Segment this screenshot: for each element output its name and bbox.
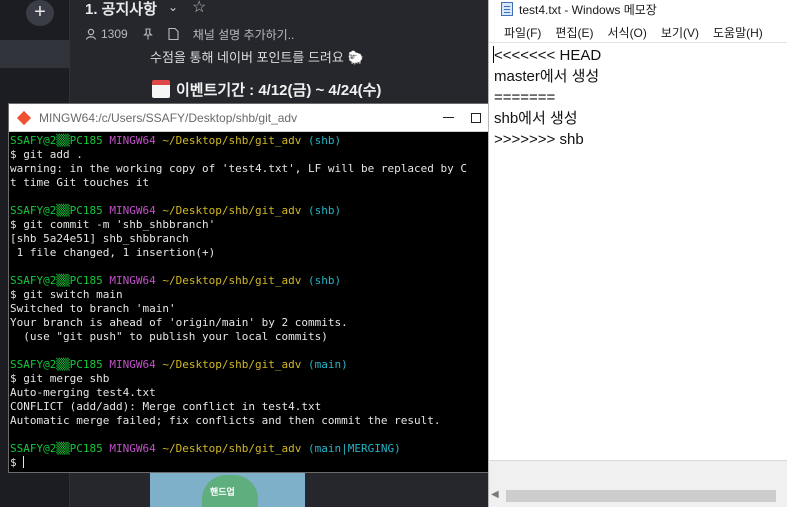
prompt-branch: (shb) <box>308 134 342 147</box>
sticker-label: 핸드업 <box>210 487 235 497</box>
command-line: $ git merge shb <box>10 372 110 385</box>
prompt-branch: (shb) <box>308 204 342 217</box>
text-caret <box>493 46 494 63</box>
sticker-emoji-icon: 🐑 <box>347 50 364 65</box>
prompt-branch: (main|MERGING) <box>308 442 401 455</box>
output-line: Auto-merging test4.txt <box>10 386 156 399</box>
message-text: 수점을 통해 네이버 포인트를 드려요 🐑 <box>150 47 364 66</box>
menu-format[interactable]: 서식(O) <box>600 24 653 41</box>
prompt-user: SSAFY@2▒▒PC185 <box>10 358 103 371</box>
prompt-user: SSAFY@2▒▒PC185 <box>10 442 103 455</box>
message-line: 수점을 통해 네이버 포인트를 드려요 <box>150 50 344 65</box>
prompt-user: SSAFY@2▒▒PC185 <box>10 274 103 287</box>
prompt-path: ~/Desktop/shb/git_adv <box>162 274 302 287</box>
channel-title[interactable]: 1. 공지사항 <box>85 0 157 19</box>
scroll-left-icon[interactable]: ◀ <box>491 489 499 500</box>
terminal-title: MINGW64:/c/Users/SSAFY/Desktop/shb/git_a… <box>39 110 298 125</box>
text-line: master에서 생성 <box>494 68 600 85</box>
star-icon[interactable]: ☆ <box>192 0 206 17</box>
menu-view[interactable]: 보기(V) <box>654 24 706 41</box>
prompt-user: SSAFY@2▒▒PC185 <box>10 204 103 217</box>
terminal-window[interactable]: MINGW64:/c/Users/SSAFY/Desktop/shb/git_a… <box>8 103 492 473</box>
text-line: <<<<<<< HEAD <box>494 47 602 64</box>
prompt-host: MINGW64 <box>109 204 156 217</box>
calendar-icon <box>152 80 170 98</box>
git-bash-icon[interactable] <box>16 110 32 125</box>
output-line: [shb 5a24e51] shb_shbbranch <box>10 232 189 245</box>
input-prefix: $ <box>10 456 24 469</box>
document-icon[interactable] <box>168 28 179 40</box>
horizontal-scrollbar[interactable]: ◀ <box>489 485 787 507</box>
channel-meta: 1309 채널 설명 추가하기.. <box>85 26 294 42</box>
notepad-title: test4.txt - Windows 메모장 <box>519 2 657 17</box>
prompt-user: SSAFY@2▒▒PC185 <box>10 134 103 147</box>
text-cursor <box>23 456 29 468</box>
prompt-path: ~/Desktop/shb/git_adv <box>162 358 302 371</box>
output-line: Your branch is ahead of 'origin/main' by… <box>10 316 348 329</box>
command-line: $ git commit -m 'shb_shbbranch' <box>10 218 216 231</box>
prompt-host: MINGW64 <box>109 134 156 147</box>
text-line: shb에서 생성 <box>494 110 578 127</box>
output-line: t time Git touches it <box>10 176 150 189</box>
minimize-icon <box>442 117 454 118</box>
minimize-button[interactable] <box>435 104 461 132</box>
prompt-path: ~/Desktop/shb/git_adv <box>162 442 302 455</box>
terminal-titlebar[interactable]: MINGW64:/c/Users/SSAFY/Desktop/shb/git_a… <box>9 104 491 132</box>
output-line: 1 file changed, 1 insertion(+) <box>10 246 216 259</box>
output-line: Automatic merge failed; fix conflicts an… <box>10 414 441 427</box>
maximize-button[interactable] <box>461 104 491 132</box>
prompt-path: ~/Desktop/shb/git_adv <box>162 134 302 147</box>
scrollbar-thumb[interactable] <box>506 490 776 502</box>
output-line: (use "git push" to publish your local co… <box>10 330 328 343</box>
event-period: 이벤트기간 : 4/12(금) ~ 4/24(수) <box>176 82 382 99</box>
members-icon <box>85 28 97 40</box>
notepad-icon[interactable] <box>501 2 513 16</box>
prompt-branch: (main) <box>308 358 348 371</box>
add-server-icon[interactable]: + <box>26 0 54 26</box>
output-line: Switched to branch 'main' <box>10 302 176 315</box>
menu-edit[interactable]: 편집(E) <box>548 24 600 41</box>
chevron-down-icon[interactable]: ⌄ <box>168 0 178 14</box>
text-line: ======= <box>494 89 556 106</box>
sticker-image[interactable]: 핸드업 <box>150 471 305 507</box>
maximize-icon <box>471 112 481 123</box>
output-line: warning: in the working copy of 'test4.t… <box>10 162 467 175</box>
prompt-path: ~/Desktop/shb/git_adv <box>162 204 302 217</box>
notepad-titlebar[interactable]: test4.txt - Windows 메모장 <box>489 0 787 18</box>
menu-help[interactable]: 도움말(H) <box>706 24 770 41</box>
command-line: $ git switch main <box>10 288 123 301</box>
prompt-host: MINGW64 <box>109 358 156 371</box>
member-count: 1309 <box>101 27 128 41</box>
sidebar-selected-item[interactable] <box>0 40 70 68</box>
channel-description-placeholder[interactable]: 채널 설명 추가하기.. <box>193 26 295 43</box>
event-period-text: 이벤트기간 : 4/12(금) ~ 4/24(수) <box>152 79 381 100</box>
notepad-window[interactable]: test4.txt - Windows 메모장 파일(F) 편집(E) 서식(O… <box>488 0 787 507</box>
prompt-host: MINGW64 <box>109 274 156 287</box>
output-line: CONFLICT (add/add): Merge conflict in te… <box>10 400 322 413</box>
command-line: $ git add . <box>10 148 83 161</box>
menu-file[interactable]: 파일(F) <box>497 24 548 41</box>
notepad-text-area[interactable]: <<<<<<< HEAD master에서 생성 ======= shb에서 생… <box>489 42 787 460</box>
prompt-branch: (shb) <box>308 274 342 287</box>
pin-icon[interactable] <box>142 28 154 40</box>
text-line: >>>>>>> shb <box>494 131 584 148</box>
terminal-output[interactable]: SSAFY@2▒▒PC185 MINGW64 ~/Desktop/shb/git… <box>9 132 491 472</box>
prompt-host: MINGW64 <box>109 442 156 455</box>
